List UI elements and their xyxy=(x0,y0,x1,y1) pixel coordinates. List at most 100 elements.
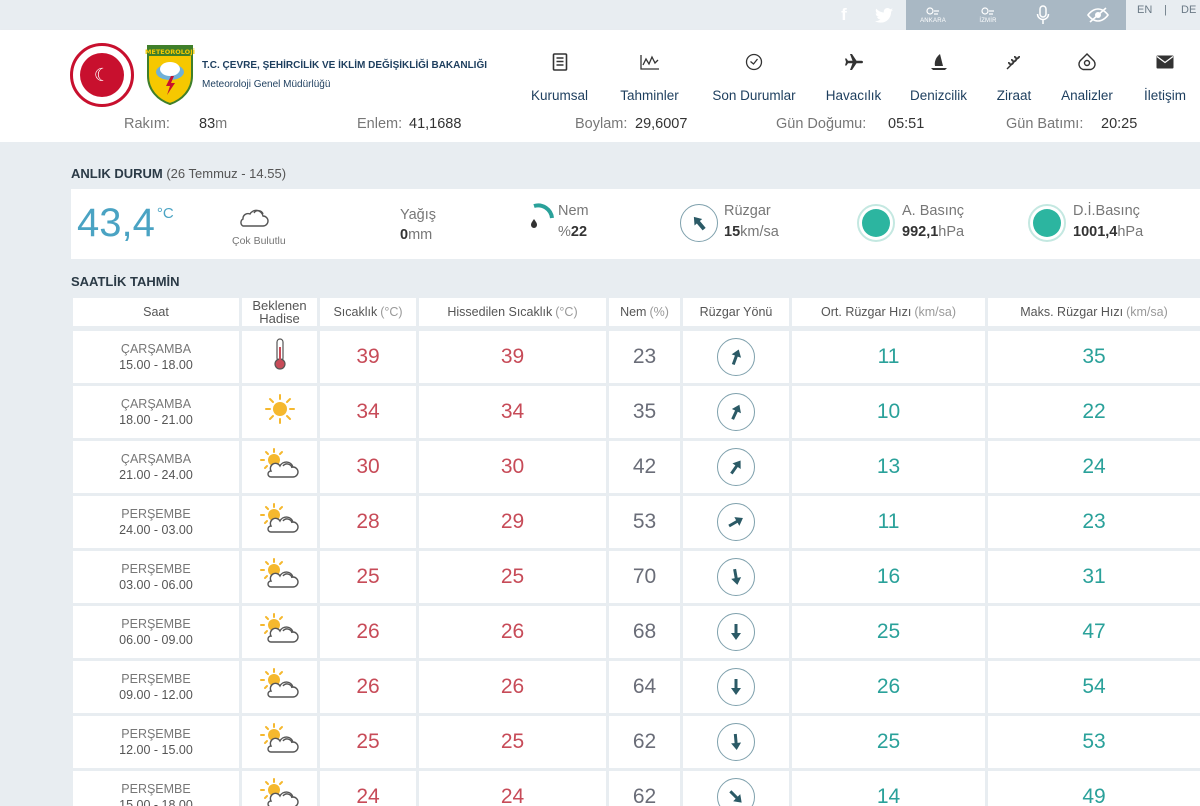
cell-wind-avg: 16 xyxy=(792,551,985,603)
col-header-event: Beklenen Hadise xyxy=(242,298,317,326)
cell-humidity: 23 xyxy=(609,331,680,383)
cell-wind-avg: 26 xyxy=(792,661,985,713)
cell-wind-direction xyxy=(683,331,789,383)
cell-feels: 26 xyxy=(419,606,606,658)
cell-temp: 25 xyxy=(320,716,416,768)
check-circle-icon xyxy=(742,52,766,72)
cell-wind-avg: 25 xyxy=(792,606,985,658)
nav-denizcilik[interactable]: Denizcilik xyxy=(907,52,970,103)
nav-label: Tahminler xyxy=(620,88,679,103)
cell-event xyxy=(242,606,317,658)
tool-label: ANKARA xyxy=(920,17,946,24)
cell-temp: 30 xyxy=(320,441,416,493)
col-header-wind-max: Maks. Rüzgar Hızı (km/sa) xyxy=(988,298,1200,326)
gun-batimi-value: 20:25 xyxy=(1101,116,1138,132)
station-icon xyxy=(981,6,994,15)
ankara-station-button[interactable]: ANKARA xyxy=(906,0,960,30)
wind-value: 15km/sa xyxy=(724,224,779,240)
cell-feels: 39 xyxy=(419,331,606,383)
wind-direction-indicator xyxy=(717,668,755,706)
day-label: PERŞEMBE xyxy=(121,782,191,796)
time-range: 15.00 - 18.00 xyxy=(119,798,193,806)
cell-humidity: 53 xyxy=(609,496,680,548)
ministry-title: T.C. ÇEVRE, ŞEHİRCİLİK VE İKLİM DEĞİŞİKL… xyxy=(202,60,488,71)
nav-iletisim[interactable]: İletişim xyxy=(1140,52,1190,103)
time-range: 18.00 - 21.00 xyxy=(119,413,193,427)
cell-wind-max: 47 xyxy=(988,606,1200,658)
cell-wind-max: 23 xyxy=(988,496,1200,548)
cell-time-period: ÇARŞAMBA 21.00 - 24.00 xyxy=(73,441,239,493)
wind-direction-indicator xyxy=(717,613,755,651)
cell-event xyxy=(242,441,317,493)
nav-son-durumlar[interactable]: Son Durumlar xyxy=(708,52,800,103)
wind-direction-indicator xyxy=(717,393,755,431)
sea-pressure-value: 1001,4hPa xyxy=(1073,224,1144,240)
lang-de-link[interactable]: DE xyxy=(1181,4,1196,16)
wind-direction-indicator xyxy=(717,558,755,596)
cell-wind-avg: 11 xyxy=(792,496,985,548)
lang-en-link[interactable]: EN xyxy=(1137,4,1152,16)
cell-humidity: 42 xyxy=(609,441,680,493)
nav-label: İletişim xyxy=(1143,88,1186,103)
nav-analizler[interactable]: Analizler xyxy=(1058,52,1116,103)
gun-dogumu-value: 05:51 xyxy=(888,116,925,132)
arrow-icon xyxy=(731,404,741,420)
cell-time-period: PERŞEMBE 24.00 - 03.00 xyxy=(73,496,239,548)
accessibility-button[interactable] xyxy=(1070,0,1126,30)
analysis-icon xyxy=(1075,52,1099,72)
facebook-icon[interactable]: f xyxy=(829,0,859,30)
twitter-icon[interactable] xyxy=(869,0,899,30)
wind-direction-indicator xyxy=(717,338,755,376)
nav-label: Son Durumlar xyxy=(712,88,796,103)
arrow-icon xyxy=(731,349,742,366)
cell-humidity: 62 xyxy=(609,716,680,768)
day-label: PERŞEMBE xyxy=(121,617,191,631)
sea-pressure-gauge-icon xyxy=(1028,204,1066,242)
time-range: 03.00 - 06.00 xyxy=(119,578,193,592)
cell-time-period: PERŞEMBE 06.00 - 09.00 xyxy=(73,606,239,658)
envelope-icon xyxy=(1153,52,1177,72)
document-icon xyxy=(548,52,572,72)
nav-havacilik[interactable]: Havacılık xyxy=(824,52,883,103)
cell-time-period: PERŞEMBE 09.00 - 12.00 xyxy=(73,661,239,713)
wind-direction-indicator xyxy=(717,723,755,761)
cell-wind-avg: 14 xyxy=(792,771,985,806)
cell-wind-direction xyxy=(683,551,789,603)
nav-label: Analizler xyxy=(1061,88,1113,103)
arrow-icon xyxy=(731,624,741,640)
cell-humidity: 62 xyxy=(609,771,680,806)
col-header-wind-dir: Rüzgar Yönü xyxy=(683,298,789,326)
current-condition-text: Çok Bulutlu xyxy=(232,235,286,247)
voice-button[interactable] xyxy=(1016,0,1070,30)
top-utility-bar: f ANKARA İZMİR EN | DE xyxy=(0,0,1200,30)
cell-wind-direction xyxy=(683,661,789,713)
meteoroloji-logo[interactable]: METEOROLOJİ xyxy=(145,42,195,106)
current-temperature: 43,4 °C xyxy=(77,201,174,245)
nav-kurumsal[interactable]: Kurumsal xyxy=(528,52,591,103)
nav-ziraat[interactable]: Ziraat xyxy=(994,52,1034,103)
col-header-feels: Hissedilen Sıcaklık (°C) xyxy=(419,298,606,326)
cell-event xyxy=(242,386,317,438)
wheat-icon xyxy=(1002,52,1026,72)
ministry-seal-logo[interactable]: ☾ xyxy=(70,43,134,107)
tool-label: İZMİR xyxy=(979,17,997,24)
cell-wind-max: 49 xyxy=(988,771,1200,806)
cell-wind-direction xyxy=(683,386,789,438)
partly-cloudy-icon xyxy=(259,503,301,541)
izmir-station-button[interactable]: İZMİR xyxy=(960,0,1016,30)
nav-tahminler[interactable]: Tahminler xyxy=(616,52,683,103)
boylam-label: Boylam: xyxy=(575,116,628,132)
nav-label: Havacılık xyxy=(825,88,882,103)
cell-event xyxy=(242,496,317,548)
day-label: PERŞEMBE xyxy=(121,672,191,686)
cell-feels: 34 xyxy=(419,386,606,438)
cell-time-period: PERŞEMBE 03.00 - 06.00 xyxy=(73,551,239,603)
cell-wind-direction xyxy=(683,441,789,493)
plane-icon xyxy=(842,52,866,72)
time-range: 15.00 - 18.00 xyxy=(119,358,193,372)
enlem-label: Enlem: xyxy=(357,116,403,132)
chart-icon xyxy=(638,52,662,72)
cell-feels: 24 xyxy=(419,771,606,806)
rakim-value: 83m xyxy=(199,116,228,132)
time-range: 21.00 - 24.00 xyxy=(119,468,193,482)
